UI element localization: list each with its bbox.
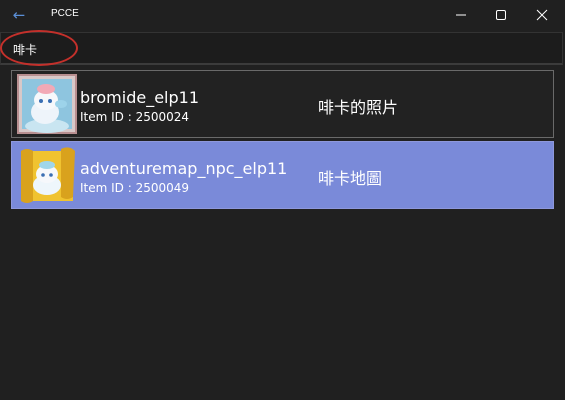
item-name: adventuremap_npc_elp11 (80, 159, 288, 178)
bromide-photo-icon (17, 74, 77, 134)
minimize-icon (456, 14, 466, 16)
item-description: 啡卡地圖 (318, 169, 383, 188)
list-item-selected[interactable]: adventuremap_npc_elp11 Item ID : 2500049… (11, 141, 554, 209)
maximize-button[interactable] (478, 0, 524, 30)
title-bar: ← PCCE (0, 0, 565, 30)
item-id: Item ID : 2500049 (80, 181, 190, 195)
search-query: 啡卡 (13, 43, 38, 57)
adventure-map-icon (21, 147, 75, 203)
close-button[interactable] (519, 0, 565, 30)
search-input[interactable]: 啡卡 (0, 32, 563, 65)
maximize-icon (496, 10, 506, 20)
list-item[interactable]: bromide_elp11 Item ID : 2500024 啡卡的照片 (11, 70, 554, 138)
close-icon (536, 9, 548, 21)
item-name: bromide_elp11 (80, 88, 200, 107)
item-id: Item ID : 2500024 (80, 110, 190, 124)
back-button[interactable]: ← (8, 4, 30, 26)
arrow-left-icon: ← (12, 6, 26, 24)
item-description: 啡卡的照片 (318, 98, 399, 117)
app-title: PCCE (51, 8, 79, 19)
